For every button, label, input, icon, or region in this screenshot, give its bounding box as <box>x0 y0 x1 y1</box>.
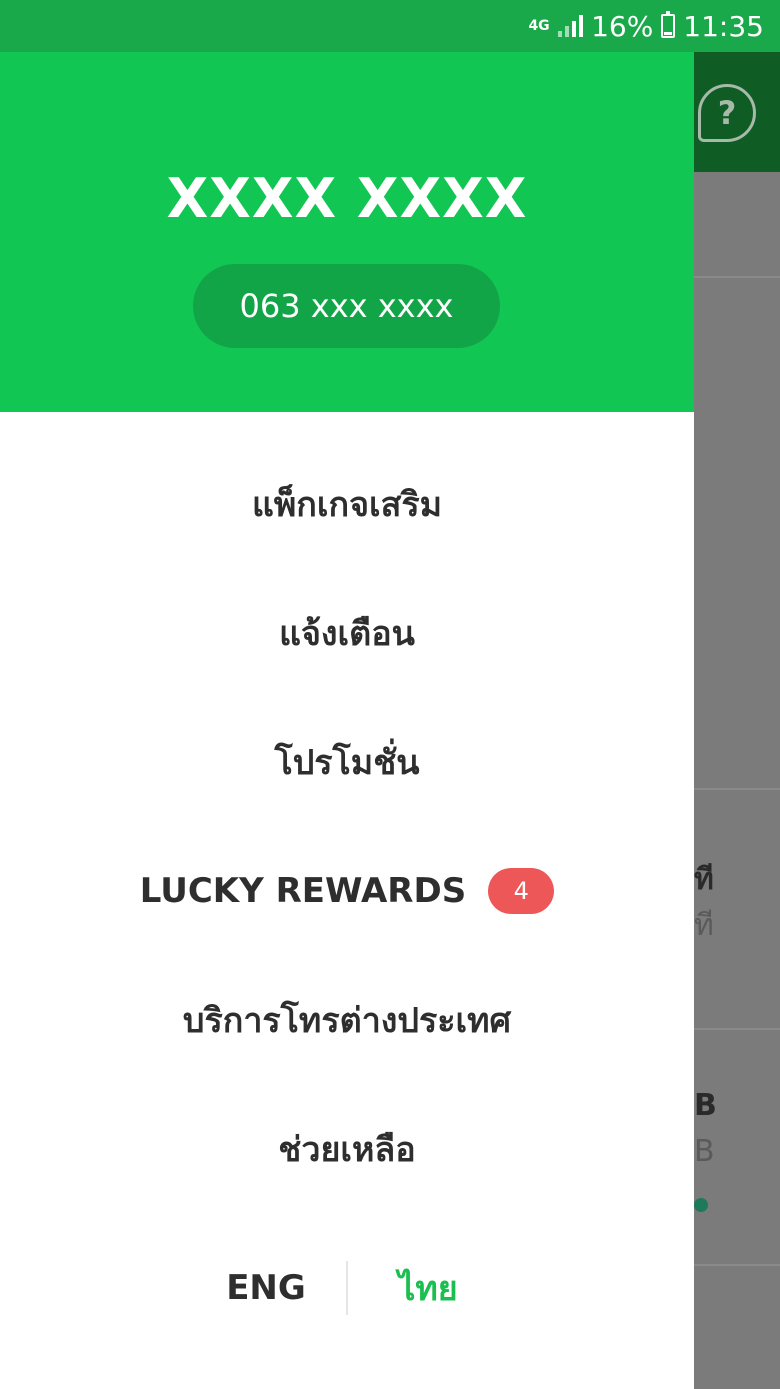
language-option-eng[interactable]: ENG <box>186 1268 346 1308</box>
menu-item-label: บริการโทรต่างประเทศ <box>182 1001 512 1041</box>
menu-item-promotions[interactable]: โปรโมชั่น <box>0 722 694 802</box>
network-type: 4G <box>528 18 550 34</box>
menu-item-international-calls[interactable]: บริการโทรต่างประเทศ <box>0 980 694 1060</box>
rewards-count-badge: 4 <box>488 868 555 914</box>
battery-percent: 16% <box>591 9 654 43</box>
background-app-scrim[interactable]: ? ที ที B B <box>694 52 780 1389</box>
menu-item-label: ช่วยเหลือ <box>278 1130 416 1170</box>
menu-item-label: LUCKY REWARDS <box>139 871 467 911</box>
divider <box>694 1028 780 1030</box>
menu-item-help[interactable]: ช่วยเหลือ <box>0 1109 694 1189</box>
background-text: ที <box>694 908 714 943</box>
divider <box>694 1264 780 1266</box>
status-dot-icon <box>694 1198 708 1212</box>
user-name: XXXX XXXX <box>166 167 528 230</box>
background-text: ที <box>694 862 714 897</box>
background-app-header: ? <box>694 52 780 172</box>
menu-item-addon-packages[interactable]: แพ็กเกจเสริม <box>0 464 694 544</box>
navigation-drawer: XXXX XXXX 063 xxx xxxx แพ็กเกจเสริม แจ้ง… <box>0 52 694 1389</box>
menu-item-notifications[interactable]: แจ้งเตือน <box>0 593 694 673</box>
signal-icon <box>558 15 584 37</box>
language-switcher: ENG ไทย <box>0 1258 694 1318</box>
menu-item-label: โปรโมชั่น <box>274 743 420 783</box>
question-bubble-icon[interactable]: ? <box>698 84 756 142</box>
clock: 11:35 <box>683 9 764 43</box>
status-bar: 4G 16% 11:35 <box>0 0 780 52</box>
drawer-header: XXXX XXXX 063 xxx xxxx <box>0 52 694 412</box>
menu-item-label: แจ้งเตือน <box>279 614 415 654</box>
divider <box>694 276 780 278</box>
language-option-thai[interactable]: ไทย <box>348 1261 508 1315</box>
menu-item-lucky-rewards[interactable]: LUCKY REWARDS 4 <box>0 851 694 931</box>
background-text: B <box>694 1134 715 1169</box>
background-text: B <box>694 1088 717 1123</box>
battery-icon <box>661 11 676 38</box>
phone-number-pill[interactable]: 063 xxx xxxx <box>193 264 500 348</box>
menu-item-label: แพ็กเกจเสริม <box>251 485 443 525</box>
divider <box>694 788 780 790</box>
